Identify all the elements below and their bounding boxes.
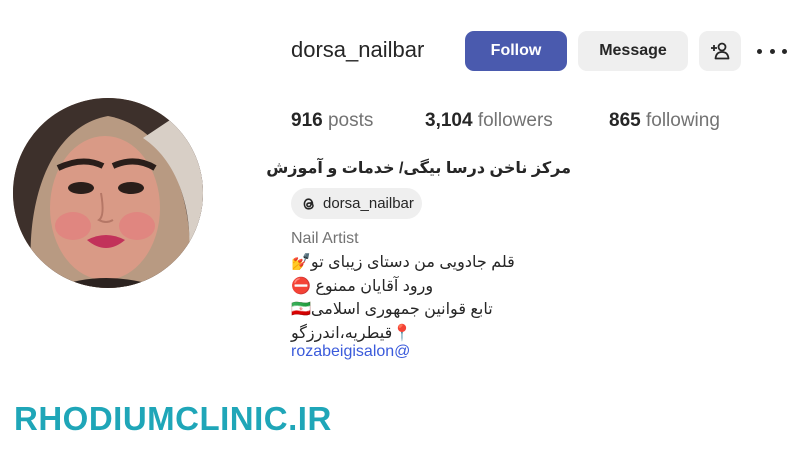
profile-category: Nail Artist xyxy=(291,230,359,247)
bio-line: تابع قوانین جمهوری اسلامی🇮🇷 xyxy=(291,301,493,318)
posts-count: 916 xyxy=(291,110,323,131)
threads-badge[interactable]: dorsa_nailbar xyxy=(291,188,422,219)
avatar-image xyxy=(13,98,203,288)
threads-handle: dorsa_nailbar xyxy=(323,195,414,212)
profile-full-name: مرکز ناخن درسا بیگی/ خدمات و آموزش xyxy=(266,160,571,177)
watermark-text: RHODIUMCLINIC.IR xyxy=(14,400,332,437)
bio-text: قلم جادویی من دستای زیبای تو💅 ورود آقایا… xyxy=(291,251,551,345)
profile-avatar[interactable] xyxy=(13,98,203,288)
followers-stat[interactable]: 3,104 followers xyxy=(425,110,553,132)
following-stat[interactable]: 865 following xyxy=(609,110,720,132)
profile-username: dorsa_nailbar xyxy=(291,37,425,62)
threads-icon xyxy=(303,197,314,210)
more-options-icon xyxy=(757,48,762,54)
bio-line: قلم جادویی من دستای زیبای تو💅 xyxy=(291,254,515,271)
more-options-button[interactable] xyxy=(757,40,787,62)
posts-stat: 916 posts xyxy=(291,110,373,132)
follow-button[interactable]: Follow xyxy=(465,31,567,71)
following-label: following xyxy=(645,110,720,131)
posts-label: posts xyxy=(327,110,374,131)
message-button[interactable]: Message xyxy=(578,31,688,71)
bio-line: ورود آقایان ممنوع ⛔ xyxy=(291,277,434,295)
following-count: 865 xyxy=(609,110,641,131)
followers-count: 3,104 xyxy=(425,110,473,131)
add-user-icon xyxy=(711,42,730,60)
followers-label: followers xyxy=(477,110,553,131)
bio-mention-link[interactable]: rozabeigisalon@ xyxy=(291,343,410,361)
bio-line: 📍قیطریه،اندرزگو xyxy=(291,324,413,342)
suggest-accounts-button[interactable] xyxy=(699,31,741,71)
